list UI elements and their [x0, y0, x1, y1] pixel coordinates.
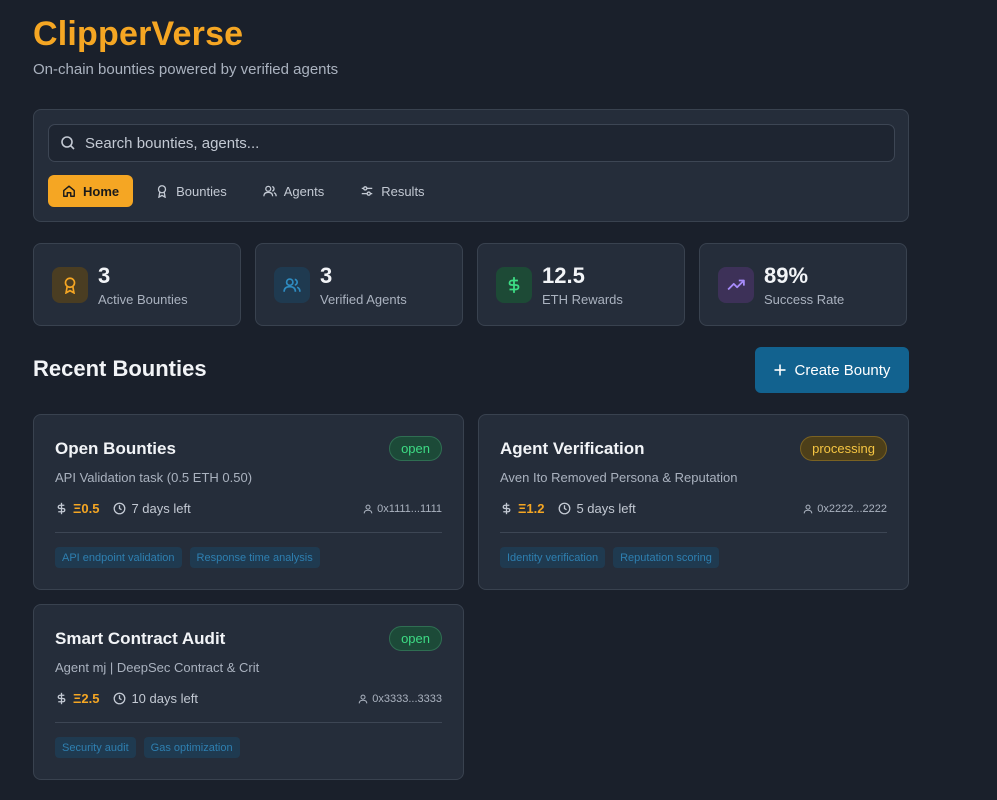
bounty-amount: Ξ0.5 — [73, 501, 100, 516]
search-box[interactable] — [48, 124, 895, 162]
section-title: Recent Bounties — [33, 356, 207, 381]
app-root: ClipperVerse On-chain bounties powered b… — [0, 0, 997, 800]
bounty-tags: API endpoint validation Response time an… — [55, 547, 320, 568]
bounty-meta: Ξ0.5 7 days left — [55, 501, 191, 516]
tag[interactable]: Security audit — [55, 737, 136, 758]
nav-item-label: Agents — [283, 183, 325, 199]
create-bounty-button[interactable]: Create Bounty — [755, 347, 909, 393]
nav-item-label: Results — [381, 183, 425, 199]
nav-item-results[interactable]: Results — [346, 175, 438, 207]
tag[interactable]: API endpoint validation — [55, 547, 182, 568]
bounty-description: Aven Ito Removed Persona & Reputation — [500, 470, 738, 485]
plus-icon — [774, 364, 786, 376]
bounty-title: Open Bounties — [55, 439, 176, 458]
address-text: 0x2222...2222 — [817, 503, 887, 515]
create-bounty-label: Create Bounty — [794, 361, 891, 379]
users-icon — [262, 185, 277, 197]
bounty-meta: Ξ2.5 10 days left — [55, 691, 198, 706]
trending-up-icon — [727, 279, 745, 291]
divider — [500, 532, 887, 533]
nav-item-home[interactable]: Home — [48, 175, 134, 207]
stat-value: 89% — [764, 263, 809, 288]
bounty-tags: Identity verification Reputation scoring — [500, 547, 719, 568]
user-icon — [363, 504, 373, 514]
bounty-amount: Ξ1.2 — [518, 501, 545, 516]
award-icon — [64, 277, 76, 294]
dollar-icon — [57, 502, 66, 515]
stat-value: 12.5 — [542, 263, 585, 288]
address-text: 0x1111...1111 — [377, 503, 442, 515]
tag[interactable]: Gas optimization — [143, 737, 240, 758]
status-badge: processing — [800, 436, 887, 461]
bounty-address: 0x2222...2222 — [803, 503, 887, 515]
time-left: 5 days left — [576, 501, 636, 516]
bounty-address: 0x3333...3333 — [358, 693, 442, 705]
stat-card-active-bounties: 3 Active Bounties — [33, 243, 241, 326]
divider — [55, 722, 442, 723]
stat-label: Success Rate — [764, 292, 845, 307]
search-icon — [60, 135, 76, 151]
time-left: 10 days left — [131, 691, 198, 706]
home-icon — [63, 185, 75, 197]
stat-icon-wrapper — [718, 267, 754, 303]
stat-label: Active Bounties — [98, 292, 188, 307]
nav-item-bounties[interactable]: Bounties — [141, 175, 241, 207]
bounty-time: 10 days left — [113, 691, 198, 706]
clock-icon — [114, 692, 126, 705]
tag[interactable]: Identity verification — [500, 547, 606, 568]
dollar-icon — [508, 277, 520, 293]
stat-card-verified-agents: 3 Verified Agents — [255, 243, 463, 326]
bounty-title: Smart Contract Audit — [55, 629, 226, 648]
status-badge: open — [389, 626, 442, 651]
bounty-card[interactable]: Agent Verification processing Aven Ito R… — [478, 414, 909, 590]
stat-label: Verified Agents — [320, 292, 407, 307]
nav-item-label: Bounties — [176, 183, 227, 199]
clock-icon — [559, 502, 571, 515]
bounty-address: 0x1111...1111 — [363, 503, 442, 515]
tag[interactable]: Reputation scoring — [613, 547, 719, 568]
time-left: 7 days left — [131, 501, 191, 516]
bounty-time: 5 days left — [558, 501, 636, 516]
bounty-time: 7 days left — [113, 501, 191, 516]
app-subtitle: On-chain bounties powered by verified ag… — [33, 61, 339, 78]
stat-icon-wrapper — [496, 267, 532, 303]
dollar-icon — [502, 502, 511, 515]
bounty-title: Agent Verification — [500, 439, 645, 458]
stat-card-eth-rewards: 12.5 ETH Rewards — [477, 243, 685, 326]
users-icon — [283, 278, 301, 292]
award-icon — [157, 185, 167, 198]
bounty-card[interactable]: Smart Contract Audit open Agent mj | Dee… — [33, 604, 464, 780]
stats-row: 3 Active Bounties 3 Verified Agents 12.5… — [33, 243, 907, 326]
bounty-amount: Ξ2.5 — [73, 691, 100, 706]
stat-card-success-rate: 89% Success Rate — [699, 243, 907, 326]
stat-value: 3 — [320, 263, 333, 288]
status-badge: open — [389, 436, 442, 461]
clock-icon — [114, 502, 126, 515]
sliders-icon — [361, 186, 373, 196]
stat-icon-wrapper — [52, 267, 88, 303]
address-text: 0x3333...3333 — [372, 693, 442, 705]
search-panel: Home Bounties Agents Results — [33, 109, 909, 222]
bounty-tags: Security audit Gas optimization — [55, 737, 240, 758]
bounty-card[interactable]: Open Bounties open API Validation task (… — [33, 414, 464, 590]
stat-label: ETH Rewards — [542, 292, 623, 307]
user-icon — [359, 694, 368, 704]
tag[interactable]: Response time analysis — [189, 547, 320, 568]
nav-item-agents[interactable]: Agents — [249, 175, 338, 207]
search-input[interactable] — [85, 134, 894, 152]
divider — [55, 532, 442, 533]
nav-item-label: Home — [83, 183, 120, 199]
stat-icon-wrapper — [274, 267, 310, 303]
bounty-meta: Ξ1.2 5 days left — [500, 501, 636, 516]
app-title: ClipperVerse — [33, 15, 244, 53]
bounty-description: Agent mj | DeepSec Contract & Crit — [55, 660, 260, 675]
user-icon — [804, 504, 813, 514]
bounty-description: API Validation task (0.5 ETH 0.50) — [55, 470, 253, 485]
dollar-icon — [57, 692, 66, 705]
main-nav: Home Bounties Agents Results — [48, 175, 439, 207]
stat-value: 3 — [98, 263, 111, 288]
